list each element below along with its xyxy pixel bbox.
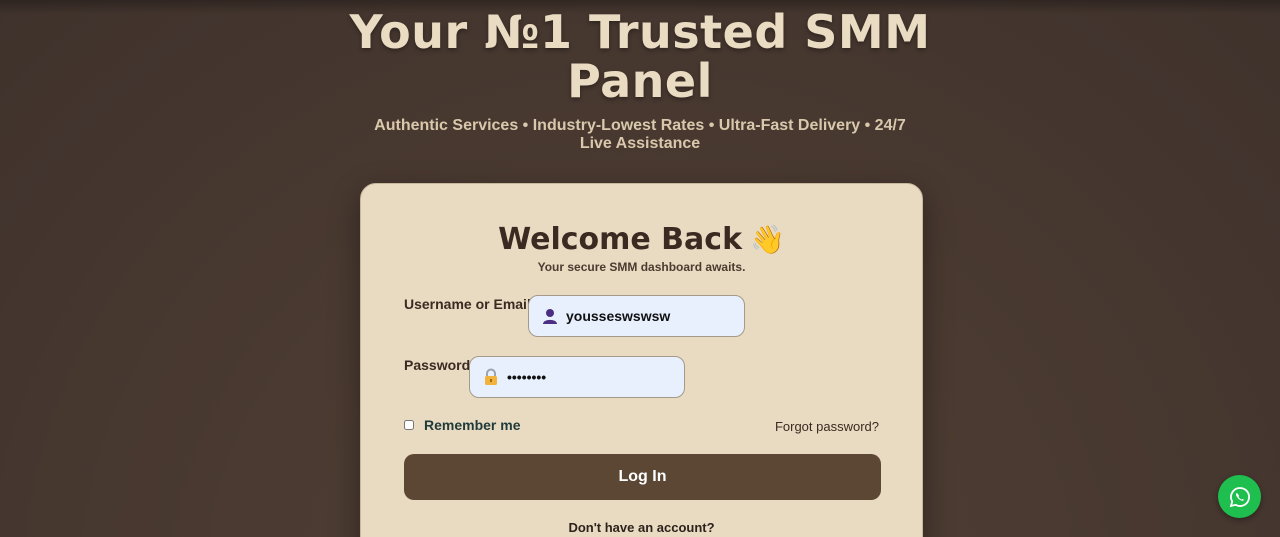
- password-label: Password: [404, 357, 471, 373]
- remember-me[interactable]: Remember me: [404, 417, 521, 433]
- wave-icon: 👋: [750, 223, 785, 256]
- remember-label: Remember me: [424, 417, 521, 433]
- login-card: Welcome Back 👋 Your secure SMM dashboard …: [360, 183, 923, 537]
- hero-title: Your №1 Trusted SMM Panel: [349, 5, 931, 108]
- user-icon: [541, 307, 559, 325]
- login-title: Welcome Back 👋: [361, 222, 922, 258]
- hero-subtitle: Authentic Services • Industry-Lowest Rat…: [374, 117, 906, 152]
- username-input[interactable]: [566, 308, 706, 324]
- password-field[interactable]: [469, 356, 685, 398]
- username-field[interactable]: [528, 295, 745, 337]
- username-label: Username or Email: [404, 296, 531, 312]
- whatsapp-icon: [1229, 486, 1250, 507]
- lock-icon: [482, 368, 500, 386]
- login-button[interactable]: Log In: [404, 454, 881, 500]
- remember-checkbox[interactable]: [404, 420, 414, 430]
- login-subtitle: Your secure SMM dashboard awaits.: [537, 260, 746, 274]
- forgot-password-link[interactable]: Forgot password?: [775, 419, 879, 434]
- password-input[interactable]: [507, 369, 647, 385]
- no-account-text: Don't have an account?: [568, 520, 715, 535]
- login-title-text: Welcome Back: [498, 222, 743, 257]
- whatsapp-button[interactable]: [1218, 475, 1261, 518]
